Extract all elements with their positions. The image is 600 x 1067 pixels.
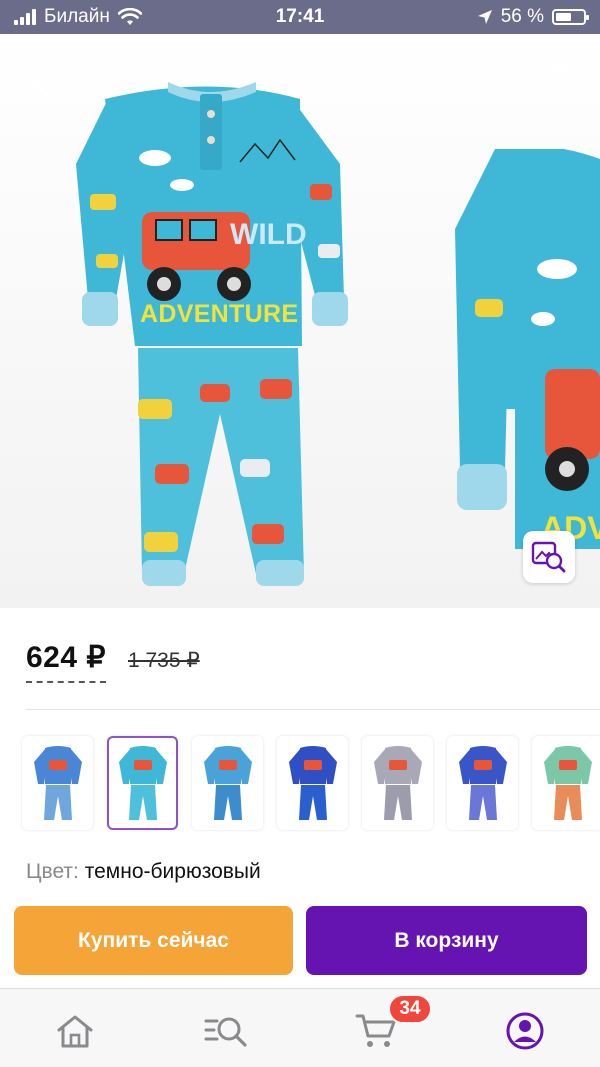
pajama-thumbnail-image	[288, 746, 337, 820]
pajama-thumbnail-image	[118, 746, 167, 820]
image-search-icon	[531, 541, 566, 573]
color-info: Цвет: темно-бирюзовый	[26, 860, 261, 884]
back-button[interactable]	[22, 62, 62, 102]
share-icon	[545, 61, 575, 101]
location-arrow-icon	[477, 10, 492, 24]
share-button[interactable]	[540, 58, 580, 104]
chevron-left-icon	[33, 65, 51, 99]
divider	[26, 709, 600, 710]
tab-profile[interactable]	[503, 1009, 547, 1053]
status-right: 56 %	[477, 6, 589, 28]
pajama-thumbnail-image	[543, 746, 592, 820]
pajama-thumbnail-image	[458, 746, 507, 820]
profile-icon	[506, 1012, 544, 1050]
old-price: 1 735 ₽	[127, 649, 200, 672]
product-photo: WILD ADVENTURE	[76, 82, 348, 586]
color-variant-thumb[interactable]	[22, 736, 93, 830]
print-text-adventure: ADVENTURE	[140, 300, 298, 328]
color-variant-thumb[interactable]	[277, 736, 348, 830]
color-variant-thumb[interactable]	[362, 736, 433, 830]
catalog-search-icon	[204, 1017, 247, 1047]
bottom-tab-bar	[0, 988, 600, 1067]
pajama-thumbnail-image	[203, 746, 252, 820]
heart-icon	[462, 65, 498, 98]
add-to-cart-button[interactable]: В корзину	[306, 906, 587, 975]
color-variant-thumb[interactable]	[447, 736, 518, 830]
battery-level	[556, 13, 571, 21]
status-bar: Билайн 17:41 56 %	[0, 0, 600, 34]
favorite-button[interactable]	[458, 60, 502, 104]
color-variant-thumb[interactable]	[532, 736, 600, 830]
home-icon	[57, 1015, 93, 1048]
pajama-thumbnail-image	[33, 746, 82, 820]
pajama-thumbnail-image	[373, 746, 422, 820]
color-label: Цвет:	[26, 860, 79, 883]
color-value: темно-бирюзовый	[84, 860, 261, 883]
next-product-photo: ADV	[455, 149, 600, 549]
tab-home[interactable]	[53, 1009, 97, 1053]
product-image-gallery[interactable]: WILD ADVENTURE ADV	[0, 34, 600, 608]
print-text-wild: WILD	[230, 218, 307, 251]
buy-now-button[interactable]: Купить сейчас	[14, 906, 293, 975]
current-price[interactable]: 624 ₽	[26, 640, 106, 683]
battery-percent: 56 %	[500, 6, 544, 27]
battery-icon	[552, 9, 589, 25]
color-variant-thumb[interactable]	[192, 736, 263, 830]
color-variant-thumb[interactable]	[107, 736, 178, 830]
visual-search-button[interactable]	[523, 531, 575, 583]
tab-catalog[interactable]	[202, 1009, 250, 1053]
color-variant-list	[22, 736, 600, 830]
cart-count-badge: 34	[388, 994, 432, 1024]
price-row: 624 ₽ 1 735 ₽	[26, 640, 200, 683]
